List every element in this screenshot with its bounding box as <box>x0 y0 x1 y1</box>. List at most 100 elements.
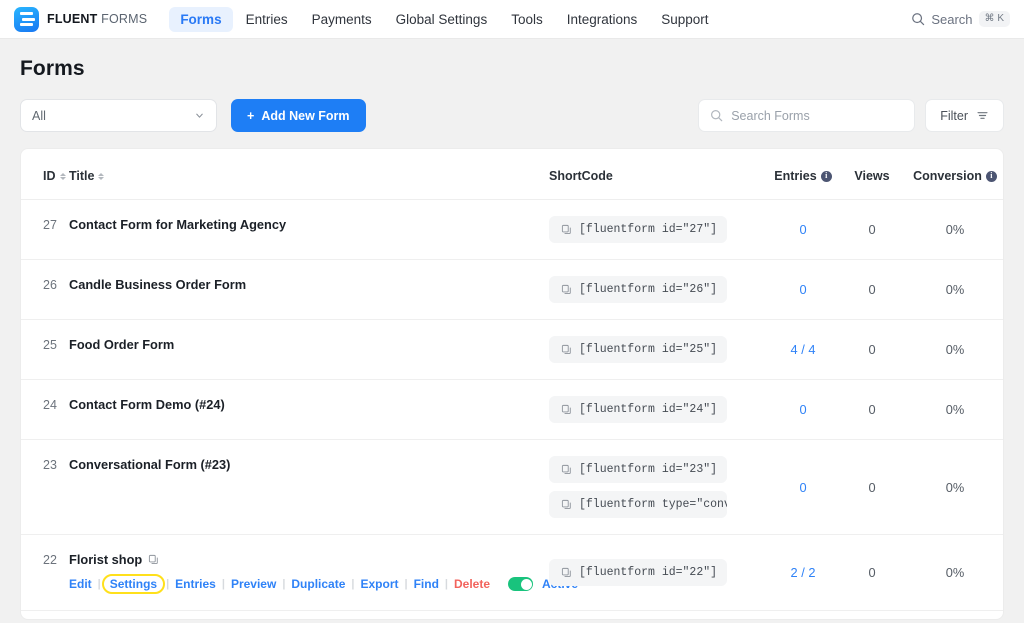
cell-views-count: 0 <box>842 440 902 535</box>
search-icon <box>710 109 723 122</box>
shortcode-text: [fluentform id="25"] <box>579 343 717 356</box>
action-settings-link[interactable]: Settings <box>102 574 165 594</box>
filter-button[interactable]: Filter <box>925 99 1004 132</box>
shortcode-chip[interactable]: [fluentform id="27"] <box>549 216 727 243</box>
sort-toggle-title-icon[interactable] <box>98 173 104 180</box>
nav-item-support[interactable]: Support <box>650 7 719 32</box>
cell-views-count: 0 <box>842 611 902 621</box>
column-header-id-label: ID <box>43 169 56 183</box>
column-header-title[interactable]: Title <box>69 149 549 200</box>
column-header-id[interactable]: ID <box>21 149 69 200</box>
shortcode-text: [fluentform id="23"] <box>579 463 717 476</box>
form-title-link[interactable]: Florist shop <box>69 552 142 567</box>
global-search-label: Search <box>931 12 972 27</box>
copy-icon[interactable] <box>148 554 159 565</box>
nav-item-global-settings[interactable]: Global Settings <box>385 7 499 32</box>
table-row[interactable]: 21Blank Form (#21)[fluentform id="21"]2 … <box>21 611 1004 621</box>
action-export-link[interactable]: Export <box>354 575 404 593</box>
global-search[interactable]: Search ⌘ K <box>911 11 1010 27</box>
cell-form-id: 27 <box>21 200 69 260</box>
form-title-link[interactable]: Candle Business Order Form <box>69 277 246 292</box>
cell-entries-count[interactable]: 2 / 2 <box>764 611 842 621</box>
copy-icon[interactable] <box>561 404 572 415</box>
forms-table: ID Title ShortCode <box>21 149 1004 620</box>
shortcode-text: [fluentform type="conve… <box>579 498 727 511</box>
shortcode-chip[interactable]: [fluentform id="26"] <box>549 276 727 303</box>
nav-item-forms[interactable]: Forms <box>169 7 232 32</box>
copy-icon[interactable] <box>561 464 572 475</box>
form-title-link[interactable]: Conversational Form (#23) <box>69 457 230 472</box>
shortcode-chip[interactable]: [fluentform id="24"] <box>549 396 727 423</box>
cell-shortcode: [fluentform id="23"] [fluentform type="co… <box>549 440 764 535</box>
cell-entries-count[interactable]: 0 <box>764 200 842 260</box>
filter-icon <box>976 109 989 122</box>
forms-table-header: ID Title ShortCode <box>21 149 1004 200</box>
form-title-link[interactable]: Contact Form for Marketing Agency <box>69 217 286 232</box>
table-row[interactable]: 24Contact Form Demo (#24) [fluentform id=… <box>21 380 1004 440</box>
shortcode-text: [fluentform id="22"] <box>579 566 717 579</box>
copy-icon[interactable] <box>561 567 572 578</box>
nav-item-integrations[interactable]: Integrations <box>556 7 649 32</box>
search-forms-input[interactable]: Search Forms <box>698 99 915 132</box>
action-find-link[interactable]: Find <box>408 575 445 593</box>
copy-icon[interactable] <box>561 344 572 355</box>
table-row[interactable]: 25Food Order Form [fluentform id="25"] 4 /… <box>21 320 1004 380</box>
copy-icon[interactable] <box>561 499 572 510</box>
form-title-link[interactable]: Food Order Form <box>69 337 174 352</box>
forms-toolbar: All + Add New Form Search Forms Filter <box>20 99 1004 132</box>
page-title: Forms <box>20 57 1004 81</box>
form-status-toggle[interactable] <box>508 577 533 591</box>
cell-views-count: 0 <box>842 200 902 260</box>
action-duplicate-link[interactable]: Duplicate <box>285 575 351 593</box>
table-row[interactable]: 26Candle Business Order Form[fluentform … <box>21 260 1004 320</box>
shortcode-text: [fluentform id="24"] <box>579 403 717 416</box>
table-row[interactable]: 22Florist shopEdit|Settings|Entries|Prev… <box>21 535 1004 611</box>
cell-conversion-rate: 0% <box>902 440 1004 535</box>
copy-icon[interactable] <box>561 224 572 235</box>
filter-button-label: Filter <box>940 109 968 123</box>
brand-logo[interactable]: FLUENT FORMS <box>14 7 147 32</box>
table-row[interactable]: 23Conversational Form (#23) [fluentform i… <box>21 440 1004 535</box>
nav-item-payments[interactable]: Payments <box>301 7 383 32</box>
action-entries-link[interactable]: Entries <box>169 575 222 593</box>
action-edit-link[interactable]: Edit <box>69 575 98 593</box>
column-header-entries-label: Entries <box>774 169 816 183</box>
cell-shortcode: [fluentform id="22"] <box>549 535 764 611</box>
main-nav: Forms Entries Payments Global Settings T… <box>169 7 719 32</box>
sort-toggle-id-icon[interactable] <box>60 173 66 180</box>
form-title-link[interactable]: Contact Form Demo (#24) <box>69 397 225 412</box>
cell-entries-count[interactable]: 0 <box>764 440 842 535</box>
nav-item-tools[interactable]: Tools <box>500 7 554 32</box>
shortcode-chip[interactable]: [fluentform id="25"] <box>549 336 727 363</box>
nav-item-entries[interactable]: Entries <box>235 7 299 32</box>
column-header-conversion: Conversion i <box>902 149 1004 200</box>
copy-icon[interactable] <box>561 284 572 295</box>
cell-form-id: 25 <box>21 320 69 380</box>
cell-form-id: 23 <box>21 440 69 535</box>
shortcode-chip[interactable]: [fluentform id="22"] <box>549 559 727 586</box>
table-row[interactable]: 27Contact Form for Marketing Agency [flue… <box>21 200 1004 260</box>
add-new-form-label: Add New Form <box>261 109 349 123</box>
cell-form-title: Candle Business Order Form <box>69 260 549 320</box>
action-preview-link[interactable]: Preview <box>225 575 282 593</box>
form-filter-select[interactable]: All <box>20 99 217 132</box>
cell-conversion-rate: 0% <box>902 611 1004 621</box>
info-icon[interactable]: i <box>986 171 997 182</box>
cell-shortcode: [fluentform id="21"] <box>549 611 764 621</box>
add-new-form-button[interactable]: + Add New Form <box>231 99 366 132</box>
info-icon[interactable]: i <box>821 171 832 182</box>
shortcode-chip[interactable]: [fluentform type="conve… <box>549 491 727 518</box>
shortcode-chip[interactable]: [fluentform id="23"] <box>549 456 727 483</box>
cell-conversion-rate: 0% <box>902 200 1004 260</box>
cell-entries-count[interactable]: 4 / 4 <box>764 320 842 380</box>
action-delete-link[interactable]: Delete <box>448 575 496 593</box>
forms-table-card: ID Title ShortCode <box>20 148 1004 620</box>
cell-entries-count[interactable]: 0 <box>764 260 842 320</box>
cell-form-id: 24 <box>21 380 69 440</box>
form-filter-select-value: All <box>32 109 46 123</box>
cell-form-title: Contact Form for Marketing Agency <box>69 200 549 260</box>
cell-entries-count[interactable]: 2 / 2 <box>764 535 842 611</box>
search-shortcut-badge: ⌘ K <box>979 11 1010 27</box>
cell-entries-count[interactable]: 0 <box>764 380 842 440</box>
column-header-entries: Entries i <box>764 149 842 200</box>
